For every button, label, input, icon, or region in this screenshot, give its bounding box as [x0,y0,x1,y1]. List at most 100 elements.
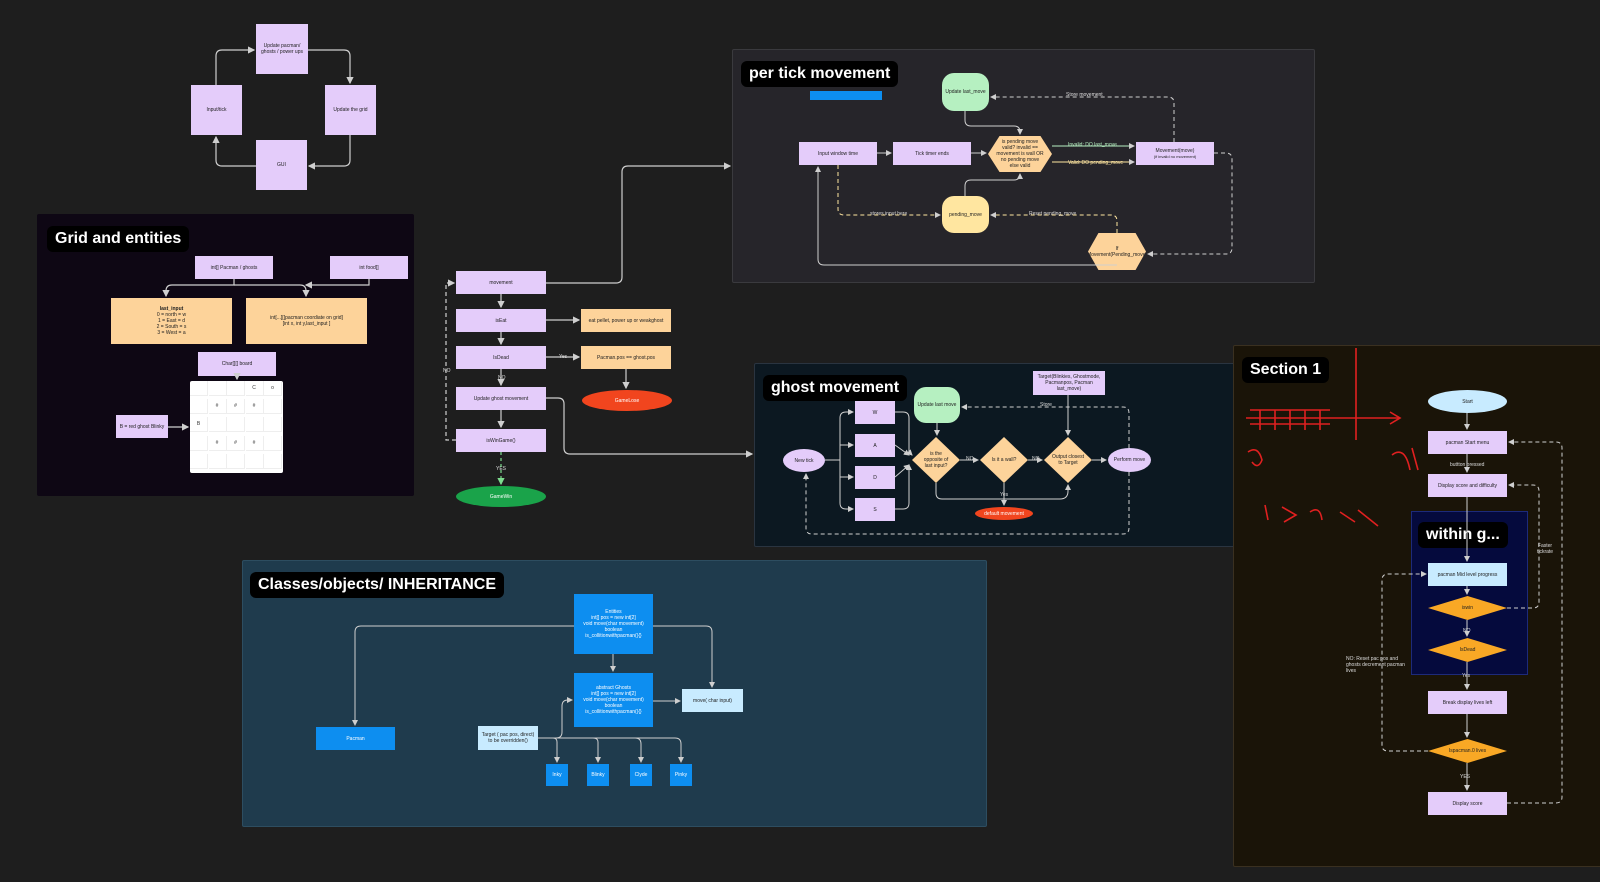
section-no: NO [1463,628,1471,634]
board-cell: # [245,435,264,451]
cycle-gui[interactable]: GUI [256,140,307,190]
class-pinky[interactable]: Pinky [670,764,692,786]
ghost-w[interactable]: W [855,401,895,424]
section-display-score[interactable]: Display score and difficulty [1428,474,1507,497]
board-cell [227,381,245,396]
flow-yes-label: Yes [559,354,568,360]
ghost-d[interactable]: D [855,466,895,489]
ghost-no2: NO [1032,456,1040,462]
grid-blinky-note[interactable]: B = red ghost Blinky [116,415,168,438]
board-cell: o [264,381,282,396]
board-cell [264,417,282,433]
cycle-update-pacman[interactable]: Update pacman/ ghosts / power ups [256,24,308,74]
section-button-pressed: buttton pressed [1450,462,1485,468]
movement-move-sub: (if invalid no movement) [1153,153,1197,159]
board-cell [190,435,208,451]
board-cell: C [245,381,264,396]
flow-update-ghost[interactable]: Update ghost movement [456,387,546,410]
section-frame-title: Section 1 [1242,357,1330,383]
flow-is-eat[interactable]: isEat [456,309,546,332]
ghost-new-tick[interactable]: New tick [783,449,825,472]
tick-valid: Valid: DO pending_move [1068,160,1124,166]
ghost-s[interactable]: S [855,498,895,521]
flow-game-win[interactable]: GameWin [456,486,546,507]
board-cell [208,417,227,433]
classes-frame-title: Classes/objects/ INHERITANCE [250,572,504,598]
flow-is-win[interactable]: isWinGame() [456,429,546,452]
board-cell [190,453,208,469]
board-cell: # [227,435,245,451]
section-mid-level[interactable]: pacman Mid level progress [1428,563,1507,586]
ghost-store: Store [1040,402,1052,408]
board-cell: # [208,399,227,415]
tick-blue-bar [810,91,882,100]
board-cell [208,453,227,469]
tick-timer[interactable]: Tick timer ends [893,142,971,165]
ghost-default-red[interactable]: default movement [975,507,1033,520]
grid-last-input[interactable]: last_input 0 = north = w 1 = East = d 2 … [111,298,232,344]
flow-game-lose[interactable]: GameLose [582,390,672,411]
last-input-lines: 0 = north = w 1 = East = d 2 = South = s… [156,312,187,336]
board-cell [227,417,245,433]
ghost-frame-title: ghost movement [763,375,908,401]
flow-no-label: NO [498,375,506,381]
flow-no-left-label: NO [443,368,451,374]
board-cell: # [208,435,227,451]
cycle-update-grid[interactable]: Update the grid [325,85,376,135]
board-cell [227,453,245,469]
board-cell: B [190,417,208,433]
class-entities[interactable]: Entities int[] pos = new int[2] void mov… [574,594,653,654]
board-cell [264,435,282,451]
tick-stores-input: stores input here [870,211,908,217]
board-cell [264,399,282,415]
section-reset-note: NO: Reset pac pos and ghosts decrement p… [1346,656,1405,674]
class-inky[interactable]: Inky [546,764,568,786]
grid-entities-title: Grid and entities [47,226,190,252]
tick-update-last-move[interactable]: Update last_move [942,73,989,111]
tick-pending-move[interactable]: pending_move [942,196,989,233]
ghost-no1: NO [966,456,974,462]
ghost-perform[interactable]: Perform move [1108,448,1151,472]
tick-reset-pending: Reset pending_move [1029,211,1077,217]
board-cell: # [245,399,264,415]
section-yes: Yes [1462,673,1471,679]
grid-int-food[interactable]: int food[] [330,256,408,279]
section-yes2: YES [1460,774,1471,780]
coords-line2: [int x, int y,last_input ] [282,321,331,327]
class-blinky[interactable]: Blinky [587,764,609,786]
section-faster: Faster tickrate [1536,543,1554,555]
within-title: within g... [1418,522,1508,548]
class-target-note[interactable]: Target ( pac pos, direct) to be overridd… [478,726,538,750]
cycle-input-tick[interactable]: Input/tick [191,85,242,135]
grid-pacman-ghosts[interactable]: int[] Pacman / ghosts [195,256,273,279]
ghost-update-last-move[interactable]: Update last move [914,387,960,423]
board-cell [245,417,264,433]
board-cell: # [227,399,245,415]
flow-movement[interactable]: movement [456,271,546,294]
tick-frame-title: per tick movement [741,61,899,87]
flow-eat-result[interactable]: eat pellet, power up or weakghost [581,309,671,332]
section-display-final[interactable]: Display score [1428,792,1507,815]
class-clyde[interactable]: Clyde [630,764,652,786]
grid-coordinates[interactable]: int[...][]pacman coordiate on grid] [int… [246,298,367,344]
class-move-input[interactable]: move( char input) [682,689,743,712]
grid-char-board[interactable]: Char[][] board [198,352,276,376]
tick-if-movement[interactable]: If Movement(Pending_move) [1088,233,1146,270]
tick-input-window[interactable]: Input window time [799,142,877,165]
board-cell [208,381,227,396]
ghost-a[interactable]: A [855,434,895,457]
flow-pac-ghost[interactable]: Pacman.pos == ghost.pos [581,346,671,369]
tick-movement-move[interactable]: Movement(move) (if invalid no movement) [1136,142,1214,165]
board-cell [190,381,208,396]
ghost-targets[interactable]: Target(Blinkies, Ghostmode, Pacmanpos, P… [1033,371,1105,395]
flow-is-dead[interactable]: IsDead [456,346,546,369]
class-abstract-ghosts[interactable]: abstract Ghosts int[] pos = new int[2] v… [574,673,653,727]
tick-invalid: Invalid: DO last_move [1068,142,1117,148]
section-break-display[interactable]: Break display lives left [1428,691,1507,714]
tick-pending-valid[interactable]: is pending move valid? invalid == moveme… [988,136,1052,172]
section-start[interactable]: Start [1428,390,1507,413]
board-cell [264,453,282,469]
board-cell [245,453,264,469]
section-start-menu[interactable]: pacman Start menu [1428,431,1507,454]
class-pacman[interactable]: Pacman [316,727,395,750]
